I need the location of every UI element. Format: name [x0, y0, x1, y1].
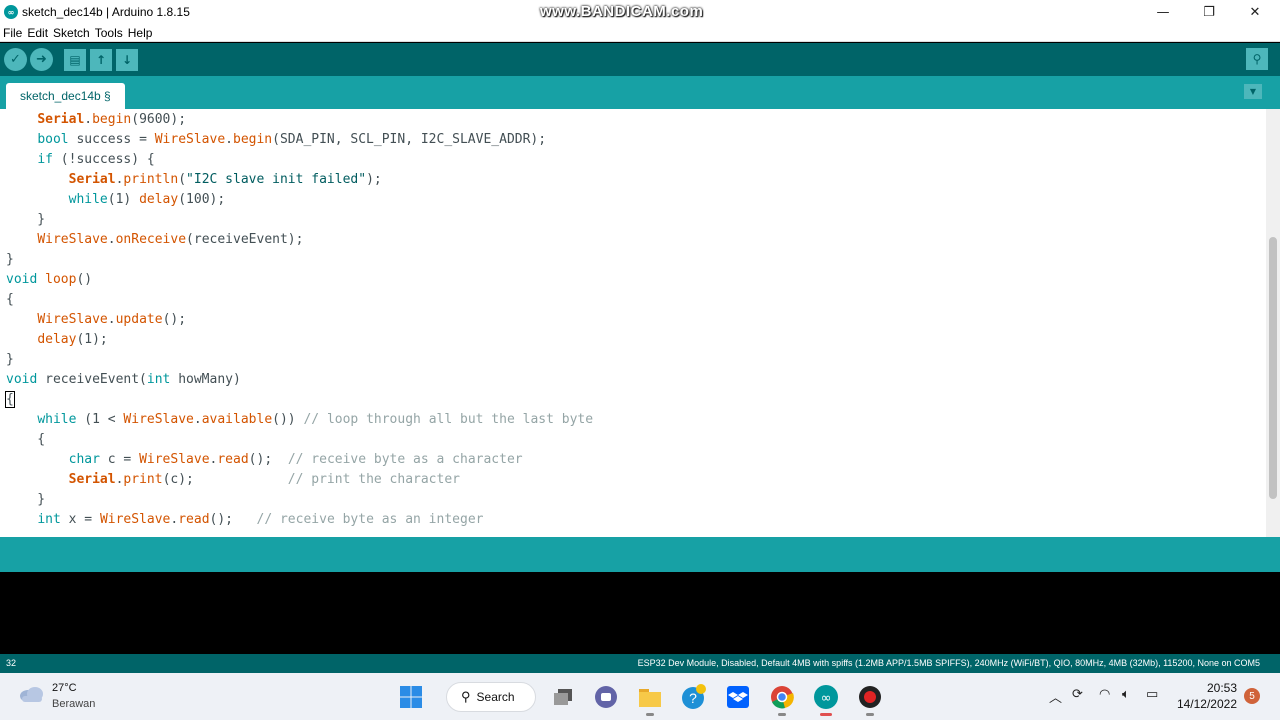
help-icon[interactable]: ? [681, 684, 707, 710]
clock-date[interactable]: 14/12/2022 [1177, 697, 1237, 711]
code-line[interactable]: Serial.println("I2C slave init failed"); [6, 170, 593, 190]
upload-button[interactable]: ➜ [30, 48, 53, 71]
active-indicator [820, 713, 832, 716]
weather-description[interactable]: Berawan [52, 698, 95, 710]
code-line[interactable]: while (1 < WireSlave.available()) // loo… [6, 410, 593, 430]
menu-tools[interactable]: Tools [95, 26, 123, 40]
weather-temperature[interactable]: 27°C [52, 682, 77, 694]
verify-button[interactable]: ✓ [4, 48, 27, 71]
code-line[interactable]: int x = WireSlave.read(); // receive byt… [6, 510, 593, 530]
code-line[interactable]: WireSlave.update(); [6, 310, 593, 330]
toolbar: ✓ ➜ ▤ ↑ ↓ ⚲ [0, 43, 1280, 76]
menu-bar: File Edit Sketch Tools Help [0, 24, 1280, 42]
running-indicator [646, 713, 654, 716]
clock-time[interactable]: 20:53 [1207, 681, 1237, 695]
chrome-icon[interactable] [769, 684, 795, 716]
windows-taskbar: 27°C Berawan ⚲ Search ? ∞ ︿ ⟳ ◠ 🔈︎ ▭ 20:… [0, 673, 1280, 720]
code-line[interactable]: void receiveEvent(int howMany) [6, 370, 593, 390]
menu-file[interactable]: File [3, 26, 22, 40]
code-line[interactable]: { [6, 290, 593, 310]
open-sketch-button[interactable]: ↑ [90, 48, 112, 71]
status-bar: 32 ESP32 Dev Module, Disabled, Default 4… [0, 654, 1280, 673]
arduino-taskbar-icon[interactable]: ∞ [813, 684, 839, 716]
code-line[interactable]: } [6, 350, 593, 370]
code-text[interactable]: Serial.begin(9600); bool success = WireS… [5, 110, 593, 530]
save-sketch-button[interactable]: ↓ [116, 48, 138, 71]
search-icon: ⚲ [461, 689, 471, 704]
running-indicator [866, 713, 874, 716]
editor-scroll-thumb[interactable] [1269, 237, 1277, 499]
bandicam-watermark: www.BANDICAM.com [540, 3, 704, 20]
menu-sketch[interactable]: Sketch [53, 26, 90, 40]
running-indicator [778, 713, 786, 716]
code-line[interactable]: while(1) delay(100); [6, 190, 593, 210]
task-view-icon[interactable] [550, 684, 576, 710]
teams-chat-icon[interactable] [593, 684, 619, 710]
battery-icon[interactable]: ▭ [1146, 687, 1158, 702]
menu-edit[interactable]: Edit [27, 26, 48, 40]
code-line[interactable]: delay(1); [6, 330, 593, 350]
file-explorer-icon[interactable] [637, 684, 663, 716]
cloud-weather-icon[interactable] [18, 685, 46, 703]
volume-icon[interactable]: 🔈︎ [1122, 687, 1130, 702]
windows-start-icon[interactable] [398, 684, 424, 710]
tab-sketch[interactable]: sketch_dec14b § [6, 83, 125, 109]
editor-scrollbar[interactable] [1266, 109, 1280, 537]
serial-monitor-button[interactable]: ⚲ [1246, 48, 1268, 70]
maximize-button[interactable]: ❐ [1186, 0, 1232, 24]
tab-menu-chevron-icon[interactable]: ▼ [1244, 84, 1262, 99]
code-line[interactable]: bool success = WireSlave.begin(SDA_PIN, … [6, 130, 593, 150]
message-area [0, 537, 1280, 572]
sync-icon[interactable]: ⟳ [1072, 687, 1083, 702]
taskbar-search[interactable]: ⚲ Search [446, 682, 536, 712]
code-line[interactable]: void loop() [6, 270, 593, 290]
code-line[interactable]: { [6, 430, 593, 450]
code-line[interactable]: WireSlave.onReceive(receiveEvent); [6, 230, 593, 250]
wifi-icon[interactable]: ◠ [1099, 687, 1110, 702]
code-line[interactable]: } [6, 250, 593, 270]
code-line[interactable]: Serial.begin(9600); [6, 110, 593, 130]
console-output [0, 572, 1280, 654]
arduino-logo-icon: ∞ [4, 5, 18, 19]
title-bar: ∞ sketch_dec14b | Arduino 1.8.15 www.BAN… [0, 0, 1280, 24]
code-line[interactable]: } [6, 490, 593, 510]
line-number: 32 [6, 658, 17, 668]
svg-text:∞: ∞ [821, 691, 832, 706]
minimize-button[interactable]: — [1140, 0, 1186, 24]
tray-chevron-up-icon[interactable]: ︿ [1049, 687, 1062, 706]
board-info: ESP32 Dev Module, Disabled, Default 4MB … [637, 658, 1260, 668]
code-line[interactable]: char c = WireSlave.read(); // receive by… [6, 450, 593, 470]
menu-help[interactable]: Help [128, 26, 153, 40]
notification-badge[interactable]: 5 [1244, 688, 1260, 704]
code-line[interactable]: { [5, 390, 593, 410]
tab-bar: sketch_dec14b § ▼ [0, 76, 1280, 109]
close-button[interactable]: ✕ [1232, 0, 1278, 24]
svg-text:?: ? [689, 690, 697, 706]
code-line[interactable]: Serial.print(c); // print the character [6, 470, 593, 490]
dropbox-icon[interactable] [725, 684, 751, 710]
new-sketch-button[interactable]: ▤ [64, 48, 86, 71]
window-title: sketch_dec14b | Arduino 1.8.15 [22, 5, 190, 19]
code-line[interactable]: } [6, 210, 593, 230]
code-editor[interactable]: Serial.begin(9600); bool success = WireS… [0, 109, 1280, 537]
code-line[interactable]: if (!success) { [6, 150, 593, 170]
search-label: Search [476, 690, 515, 704]
bandicam-record-icon[interactable] [857, 684, 883, 716]
